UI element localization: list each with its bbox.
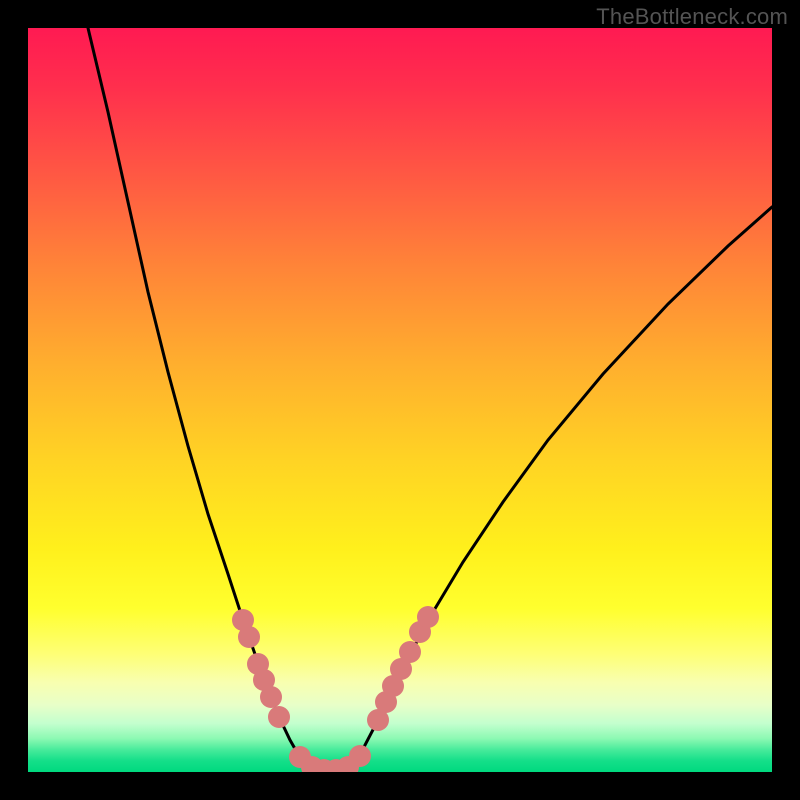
- plot-area: [28, 28, 772, 772]
- curve-right-curve: [346, 207, 772, 770]
- chart-frame: TheBottleneck.com: [0, 0, 800, 800]
- watermark-text: TheBottleneck.com: [596, 4, 788, 30]
- highlight-dot: [417, 606, 439, 628]
- highlight-dot: [349, 745, 371, 767]
- highlight-dot: [260, 686, 282, 708]
- curve-layer: [28, 28, 772, 772]
- highlight-dot: [238, 626, 260, 648]
- highlight-dot: [268, 706, 290, 728]
- highlight-dot: [399, 641, 421, 663]
- curve-left-curve: [88, 28, 314, 770]
